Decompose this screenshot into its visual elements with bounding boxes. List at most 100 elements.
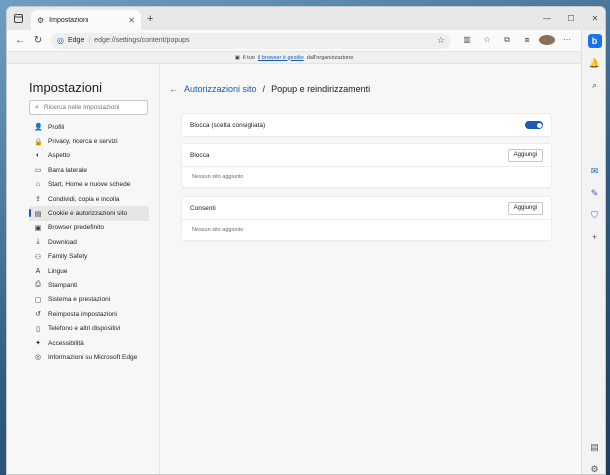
settings-sidebar: Impostazioni ⌕ 👤 Profili 🔒 Privacy, ricerca… (7, 64, 160, 474)
more-menu-icon[interactable]: ⋯ (559, 35, 575, 47)
sidebar-item-label: Sistema e prestazioni (48, 296, 111, 304)
edge-right-sidebar: b 🔔 ⌕ ✉ ✎ ⛉ + ▤ ⚙ (581, 30, 605, 474)
breadcrumb-current: Popup e reindirizzamenti (271, 84, 371, 94)
share-icon: ⇪ (35, 196, 41, 204)
sidebar-item-lock[interactable]: 🔒 Privacy, ricerca e servizi (29, 134, 149, 148)
add-app-icon[interactable]: + (588, 230, 602, 244)
family-icon: ⚇ (34, 253, 42, 261)
hide-sidebar-icon[interactable]: ▤ (588, 440, 602, 454)
toolbar-icons: ▥ ☆ ⧉ ⧈ ⋯ (459, 34, 575, 47)
sidebar-item-accessibility[interactable]: ✦ Accessibilità (29, 336, 149, 350)
managed-browser-banner: ▣ Il tuo il browser è gestito dall'organ… (7, 52, 581, 64)
sidebar-item-label: Accessibilità (48, 339, 84, 347)
search-icon[interactable]: ⌕ (588, 78, 602, 92)
sidebar-item-palette[interactable]: ◐ Aspetto (29, 149, 149, 163)
browser-icon: ▣ (34, 224, 42, 232)
outlook-icon[interactable]: ✉ (588, 164, 602, 178)
sidebar-item-label: Privacy, ricerca e servizi (48, 138, 118, 146)
allow-empty-text: Nessun sito aggiunto (192, 227, 244, 233)
managed-browser-link[interactable]: il browser è gestito (258, 55, 304, 61)
sidebar-item-system[interactable]: ▢ Sistema e prestazioni (29, 293, 149, 307)
back-icon[interactable]: ← (11, 35, 29, 46)
allow-section-title: Consenti (190, 204, 216, 212)
allow-add-button[interactable]: Aggiungi (507, 201, 543, 215)
sidebar-icon: ▭ (34, 167, 42, 175)
sidebar-item-label: Barra laterale (48, 166, 88, 174)
search-icon: ⌕ (35, 103, 39, 111)
sidebar-item-printer[interactable]: ⎙ Stampanti (29, 278, 149, 292)
sidebar-item-cookie-permissions[interactable]: ▤ Cookie e autorizzazioni sito (29, 206, 149, 221)
close-window-icon[interactable]: ✕ (583, 14, 605, 23)
sidebar-item-label: Cookie e autorizzazioni sito (48, 210, 128, 218)
block-add-button[interactable]: Aggiungi (507, 148, 543, 162)
sidebar-item-family[interactable]: ⚇ Family Safety (29, 250, 149, 264)
shopping-icon[interactable]: ⛉ (588, 208, 602, 222)
avatar (539, 34, 555, 45)
palette-icon: ◐ (35, 152, 41, 160)
block-header-row: Blocca Aggiungi (182, 144, 551, 166)
tab-settings[interactable]: ⚙ Impostazioni ✕ (31, 10, 141, 30)
favorites-icon[interactable]: ☆ (479, 35, 495, 47)
breadcrumb-parent-link[interactable]: Autorizzazioni sito (184, 84, 257, 94)
block-popups-toggle[interactable] (525, 121, 543, 129)
sidebar-item-download[interactable]: ⤓ Download (29, 235, 149, 249)
breadcrumb-separator: / (262, 84, 266, 94)
allow-list-card: Consenti Aggiungi Nessun sito aggiunto (182, 197, 551, 240)
refresh-icon[interactable]: ↻ (29, 35, 47, 46)
sidebar-item-reset[interactable]: ↺ Reimposta impostazioni (29, 307, 149, 321)
sidebar-item-edge-logo[interactable]: ◎ Informazioni su Microsoft Edge (29, 350, 149, 364)
block-recommended-row: Blocca (scelta consigliata) (182, 114, 551, 136)
back-arrow-icon[interactable]: ← (169, 84, 178, 94)
system-icon: ▢ (34, 296, 42, 304)
language-icon: A (35, 267, 41, 275)
page-title: Impostazioni (29, 80, 102, 95)
split-screen-icon[interactable]: ▥ (459, 35, 475, 47)
briefcase-icon: ▣ (234, 54, 240, 61)
maximize-icon[interactable]: ☐ (559, 14, 583, 23)
sidebar-item-label: Family Safety (48, 253, 88, 261)
sidebar-item-home[interactable]: ⌂ Start, Home e nuove schede (29, 178, 149, 192)
sidebar-item-language[interactable]: A Lingue (29, 264, 149, 278)
tab-actions-icon[interactable] (7, 7, 29, 30)
banner-prefix: Il tuo (242, 54, 255, 61)
profile-avatar[interactable] (539, 34, 555, 47)
tab-title: Impostazioni (49, 16, 89, 24)
address-prefix: Edge (67, 37, 85, 44)
sidebar-settings-gear-icon[interactable]: ⚙ (588, 462, 602, 474)
sidebar-item-profile[interactable]: 👤 Profili (29, 120, 149, 134)
browser-window: ⚙ Impostazioni ✕ + — ☐ ✕ ← ↻ ◎ Edge | ed… (6, 6, 606, 475)
banner-suffix: dall'organizzazione (306, 54, 354, 61)
edge-logo-icon: ◎ (34, 354, 42, 362)
favorite-star-icon[interactable]: ☆ (437, 35, 445, 46)
new-tab-icon[interactable]: + (147, 13, 153, 25)
designer-icon[interactable]: ✎ (588, 186, 602, 200)
sidebar-item-phone[interactable]: ▯ Telefono e altri dispositivi (29, 321, 149, 335)
allow-header-row: Consenti Aggiungi (182, 197, 551, 219)
sidebar-item-sidebar[interactable]: ▭ Barra laterale (29, 163, 149, 177)
minimize-icon[interactable]: — (535, 14, 559, 23)
extensions-icon[interactable]: ⧈ (519, 35, 535, 47)
sidebar-item-share[interactable]: ⇪ Condividi, copia e incolla (29, 192, 149, 206)
close-tab-icon[interactable]: ✕ (128, 16, 135, 25)
block-section-title: Blocca (190, 151, 210, 159)
settings-search[interactable]: ⌕ (29, 100, 148, 115)
sidebar-item-browser[interactable]: ▣ Browser predefinito (29, 221, 149, 235)
sidebar-item-label: Stampanti (48, 281, 78, 289)
address-separator: | (88, 37, 91, 44)
sidebar-item-label: Profili (48, 123, 65, 131)
sidebar-item-label: Download (48, 238, 77, 246)
sidebar-item-label: Informazioni su Microsoft Edge (48, 353, 138, 361)
bing-copilot-icon[interactable]: b (587, 34, 602, 48)
search-input[interactable] (43, 104, 139, 111)
address-bar[interactable]: ◎ Edge | edge://settings/content/popups … (51, 32, 451, 49)
notification-bell-icon[interactable]: 🔔 (588, 56, 602, 70)
edge-logo-icon: ◎ (57, 36, 64, 45)
download-icon: ⤓ (36, 238, 40, 246)
sidebar-item-label: Telefono e altri dispositivi (48, 325, 121, 333)
cookie-permissions-icon: ▤ (34, 210, 42, 218)
home-icon: ⌂ (35, 181, 41, 189)
block-recommended-label: Blocca (scelta consigliata) (190, 121, 266, 129)
reset-icon: ↺ (35, 311, 41, 319)
collections-icon[interactable]: ⧉ (499, 35, 515, 47)
block-list-card: Blocca Aggiungi Nessun sito aggiunto (182, 144, 551, 187)
